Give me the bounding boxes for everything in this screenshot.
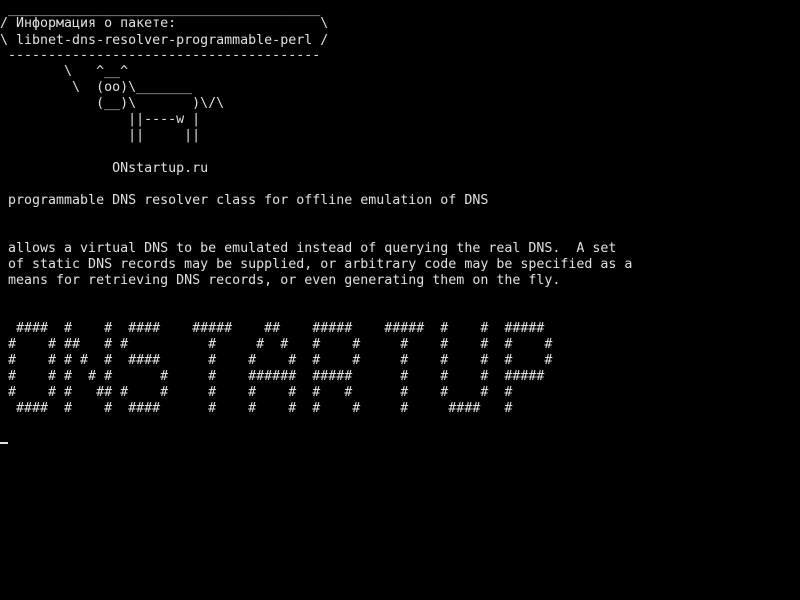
ascii-banner-line-1: #### # # #### ##### ## ##### ##### # # #… <box>0 321 545 336</box>
ascii-banner-line-5: # # # ## # # # # # # # # # # # <box>0 385 513 400</box>
cow-art-line-2: \ (oo)\_______ <box>0 80 193 95</box>
cow-art-line-3: (__)\ )\/\ <box>0 96 225 111</box>
package-summary: programmable DNS resolver class for offl… <box>0 193 489 208</box>
description-line-1: allows a virtual DNS to be emulated inst… <box>0 241 617 256</box>
site-name: ONstartup.ru <box>0 161 209 176</box>
cowsay-bubble-line-1: / Информация о пакете: \ <box>0 16 329 31</box>
cowsay-bubble-bottom: --------------------------------------- <box>0 48 321 63</box>
cowsay-bubble-line-2: \ libnet-dns-resolver-programmable-perl … <box>0 33 329 48</box>
text-cursor <box>0 442 8 444</box>
cow-art-line-4: ||----w | <box>0 112 201 127</box>
terminal-screen[interactable]: _______________________________________ … <box>0 0 800 600</box>
cow-art-line-1: \ ^__^ <box>0 64 129 79</box>
ascii-banner-line-2: # # ## # # # # # # # # # # # # <box>0 337 553 352</box>
ascii-banner-line-4: # # # # # # # ###### ##### # # # ##### <box>0 369 545 384</box>
ascii-banner-line-6: #### # # #### # # # # # # #### # <box>0 401 513 416</box>
description-line-2: of static DNS records may be supplied, o… <box>0 257 633 272</box>
description-line-3: means for retrieving DNS records, or eve… <box>0 273 561 288</box>
cow-art-line-5: || || <box>0 128 201 143</box>
ascii-banner-line-3: # # # # # #### # # # # # # # # # # <box>0 353 553 368</box>
